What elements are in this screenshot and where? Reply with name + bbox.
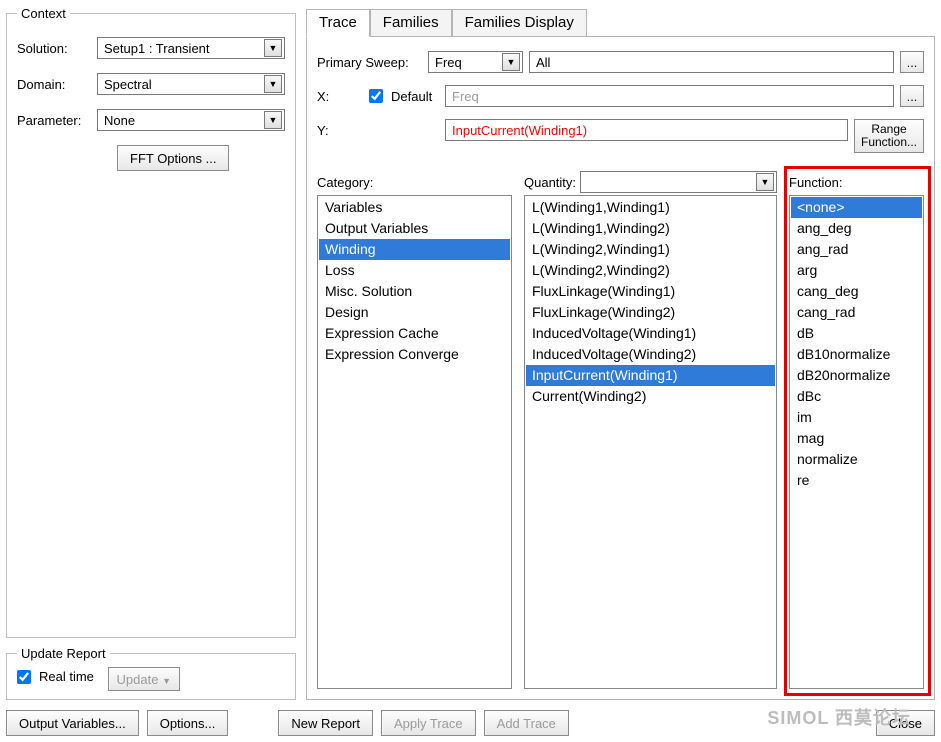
fft-options-button[interactable]: FFT Options ...: [117, 145, 229, 171]
update-report-legend: Update Report: [17, 646, 110, 661]
x-default-checkbox[interactable]: [369, 89, 383, 103]
chevron-down-icon: ▼: [502, 53, 520, 71]
function-label: Function:: [789, 175, 842, 190]
add-trace-button[interactable]: Add Trace: [484, 710, 569, 736]
list-item[interactable]: im: [791, 407, 922, 428]
x-value-field: Freq: [445, 85, 894, 107]
solution-label: Solution:: [17, 41, 97, 56]
parameter-label: Parameter:: [17, 113, 97, 128]
tab-strip: Trace Families Families Display: [306, 6, 935, 36]
category-label: Category:: [317, 175, 373, 190]
parameter-value: None: [104, 113, 135, 128]
list-item[interactable]: InducedVoltage(Winding1): [526, 323, 775, 344]
list-item[interactable]: Expression Converge: [319, 344, 510, 365]
list-item[interactable]: Current(Winding2): [526, 386, 775, 407]
new-report-button[interactable]: New Report: [278, 710, 373, 736]
list-item[interactable]: mag: [791, 428, 922, 449]
tab-body: Primary Sweep: Freq ▼ All ... X: Default…: [306, 36, 935, 700]
tab-trace[interactable]: Trace: [306, 9, 370, 37]
list-item[interactable]: Loss: [319, 260, 510, 281]
quantity-listbox[interactable]: L(Winding1,Winding1)L(Winding1,Winding2)…: [524, 195, 777, 689]
y-value-field[interactable]: InputCurrent(Winding1): [445, 119, 848, 141]
chevron-down-icon: ▼: [264, 111, 282, 129]
list-item[interactable]: L(Winding1,Winding2): [526, 218, 775, 239]
list-item[interactable]: normalize: [791, 449, 922, 470]
output-variables-button[interactable]: Output Variables...: [6, 710, 139, 736]
list-item[interactable]: InducedVoltage(Winding2): [526, 344, 775, 365]
primary-sweep-dropdown[interactable]: Freq ▼: [428, 51, 523, 73]
list-item[interactable]: dB20normalize: [791, 365, 922, 386]
close-button[interactable]: Close: [876, 710, 935, 736]
tab-families[interactable]: Families: [370, 9, 452, 36]
primary-sweep-value: Freq: [435, 55, 462, 70]
chevron-down-icon: ▼: [162, 676, 171, 686]
options-button[interactable]: Options...: [147, 710, 229, 736]
list-item[interactable]: arg: [791, 260, 922, 281]
context-fieldset: Context Solution: Setup1 : Transient ▼ D…: [6, 6, 296, 638]
list-item[interactable]: <none>: [791, 197, 922, 218]
x-ellipsis-button[interactable]: ...: [900, 85, 924, 107]
list-item[interactable]: Winding: [319, 239, 510, 260]
update-report-fieldset: Update Report Real time Update ▼: [6, 646, 296, 700]
context-legend: Context: [17, 6, 70, 21]
x-default-label: Default: [391, 89, 432, 104]
chevron-down-icon: ▼: [264, 39, 282, 57]
list-item[interactable]: dBc: [791, 386, 922, 407]
domain-dropdown[interactable]: Spectral ▼: [97, 73, 285, 95]
quantity-filter-dropdown[interactable]: ▼: [580, 171, 777, 193]
list-item[interactable]: InputCurrent(Winding1): [526, 365, 775, 386]
domain-label: Domain:: [17, 77, 97, 92]
list-item[interactable]: ang_rad: [791, 239, 922, 260]
list-item[interactable]: re: [791, 470, 922, 491]
tab-families-display[interactable]: Families Display: [452, 9, 587, 36]
list-item[interactable]: dB: [791, 323, 922, 344]
function-listbox[interactable]: <none>ang_degang_radargcang_degcang_radd…: [789, 195, 924, 689]
primary-sweep-label: Primary Sweep:: [317, 55, 422, 70]
chevron-down-icon: ▼: [756, 173, 774, 191]
list-item[interactable]: L(Winding1,Winding1): [526, 197, 775, 218]
list-item[interactable]: dB10normalize: [791, 344, 922, 365]
chevron-down-icon: ▼: [264, 75, 282, 93]
list-item[interactable]: Variables: [319, 197, 510, 218]
list-item[interactable]: FluxLinkage(Winding2): [526, 302, 775, 323]
y-label: Y:: [317, 119, 363, 138]
range-function-button[interactable]: Range Function...: [854, 119, 924, 153]
list-item[interactable]: Expression Cache: [319, 323, 510, 344]
solution-dropdown[interactable]: Setup1 : Transient ▼: [97, 37, 285, 59]
solution-value: Setup1 : Transient: [104, 41, 210, 56]
apply-trace-button[interactable]: Apply Trace: [381, 710, 476, 736]
realtime-label: Real time: [39, 669, 94, 684]
list-item[interactable]: L(Winding2,Winding2): [526, 260, 775, 281]
list-item[interactable]: L(Winding2,Winding1): [526, 239, 775, 260]
primary-sweep-range-field[interactable]: All: [529, 51, 894, 73]
list-item[interactable]: Output Variables: [319, 218, 510, 239]
list-item[interactable]: Design: [319, 302, 510, 323]
list-item[interactable]: cang_deg: [791, 281, 922, 302]
realtime-checkbox[interactable]: [17, 670, 31, 684]
domain-value: Spectral: [104, 77, 152, 92]
parameter-dropdown[interactable]: None ▼: [97, 109, 285, 131]
quantity-label: Quantity:: [524, 175, 576, 190]
primary-sweep-ellipsis-button[interactable]: ...: [900, 51, 924, 73]
update-button[interactable]: Update ▼: [108, 667, 180, 691]
list-item[interactable]: FluxLinkage(Winding1): [526, 281, 775, 302]
list-item[interactable]: Misc. Solution: [319, 281, 510, 302]
list-item[interactable]: ang_deg: [791, 218, 922, 239]
category-listbox[interactable]: VariablesOutput VariablesWindingLossMisc…: [317, 195, 512, 689]
x-label: X:: [317, 89, 363, 104]
list-item[interactable]: cang_rad: [791, 302, 922, 323]
